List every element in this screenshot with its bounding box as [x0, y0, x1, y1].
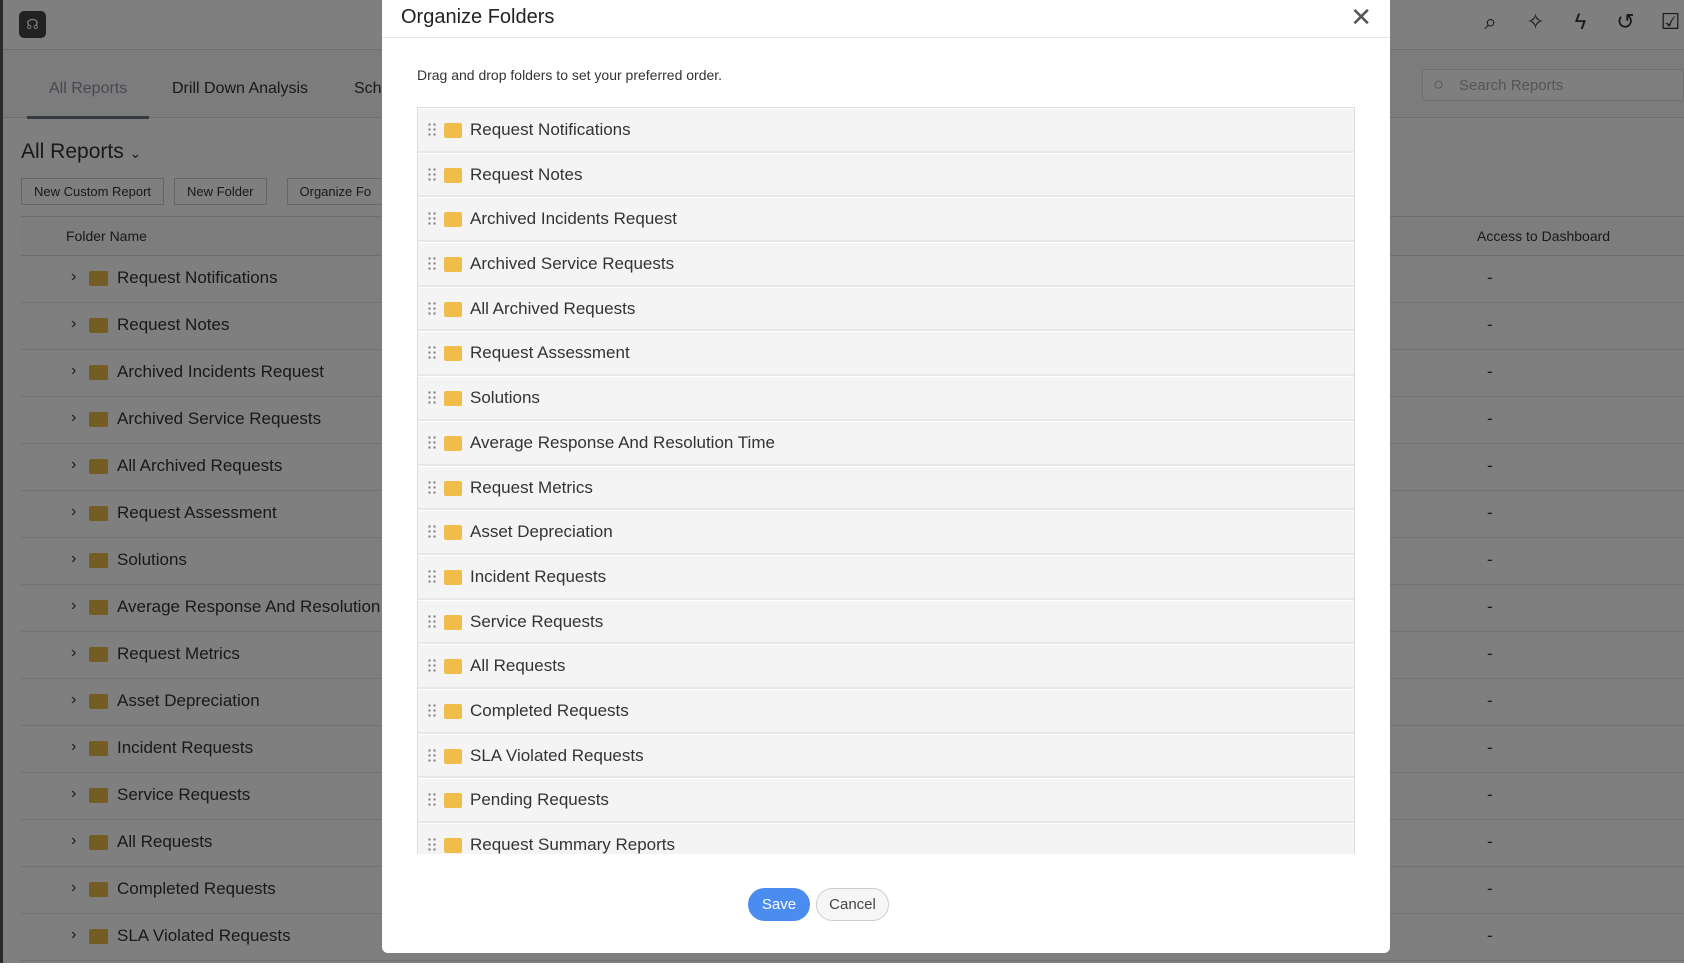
folder-list-item[interactable]: Pending Requests [418, 778, 1354, 823]
drag-handle-icon[interactable] [427, 837, 436, 853]
folder-list-item[interactable]: Request Assessment [418, 331, 1354, 377]
folder-icon [444, 838, 462, 853]
folder-icon [444, 346, 462, 362]
folder-list-item[interactable]: SLA Violated Requests [418, 733, 1354, 779]
cancel-button[interactable]: Cancel [816, 888, 889, 921]
folder-icon [444, 123, 462, 138]
drag-handle-icon[interactable] [427, 792, 436, 809]
folder-list-item[interactable]: Asset Depreciation [418, 510, 1354, 555]
folder-name: All Archived Requests [470, 298, 636, 318]
folder-icon [444, 301, 462, 317]
folder-list-item[interactable]: Archived Service Requests [418, 242, 1354, 287]
folder-list-item[interactable]: Request Metrics [418, 465, 1354, 511]
drag-handle-icon[interactable] [427, 568, 436, 585]
drag-handle-icon[interactable] [427, 747, 436, 764]
folder-name: Request Assessment [470, 343, 630, 363]
folder-icon [444, 435, 462, 451]
folder-name: All Requests [470, 656, 566, 676]
folder-name: Request Metrics [470, 477, 593, 497]
folder-order-list[interactable]: Request Notifications Request Notes Archiv… [417, 107, 1355, 854]
folder-name: Asset Depreciation [470, 522, 613, 542]
folder-list-item[interactable]: Request Notes [418, 152, 1354, 198]
drag-handle-icon[interactable] [427, 524, 436, 541]
folder-icon [444, 793, 462, 809]
folder-name: Request Notifications [470, 120, 631, 139]
folder-name: SLA Violated Requests [470, 745, 644, 765]
dialog-description: Drag and drop folders to set your prefer… [417, 67, 723, 83]
folder-name: Request Summary Reports [470, 835, 676, 854]
folder-icon [444, 212, 462, 228]
folder-icon [444, 748, 462, 764]
folder-list-item[interactable]: All Requests [418, 644, 1354, 689]
folder-name: Average Response And Resolution Time [470, 432, 775, 452]
drag-handle-icon[interactable] [427, 122, 436, 138]
drag-handle-icon[interactable] [427, 390, 436, 407]
folder-icon [444, 614, 462, 630]
folder-icon [444, 167, 462, 183]
folder-icon [444, 525, 462, 541]
folder-icon [444, 703, 462, 719]
save-button[interactable]: Save [748, 888, 810, 921]
drag-handle-icon[interactable] [427, 613, 436, 630]
folder-list-item[interactable]: Service Requests [418, 599, 1354, 645]
folder-icon [444, 257, 462, 273]
drag-handle-icon[interactable] [427, 658, 436, 675]
folder-icon [444, 569, 462, 585]
folder-list-item[interactable]: Request Summary Reports [418, 823, 1354, 854]
drag-handle-icon[interactable] [427, 300, 436, 317]
folder-list-item[interactable]: Archived Incidents Request [418, 197, 1354, 243]
folder-icon [444, 391, 462, 407]
drag-handle-icon[interactable] [427, 702, 436, 719]
drag-handle-icon[interactable] [427, 211, 436, 228]
folder-list-item[interactable]: Solutions [418, 376, 1354, 421]
folder-name: Archived Incidents Request [470, 209, 677, 229]
folder-name: Request Notes [470, 164, 583, 184]
drag-handle-icon[interactable] [427, 345, 436, 362]
folder-icon [444, 480, 462, 496]
folder-name: Solutions [470, 388, 540, 408]
folder-list-item[interactable]: Completed Requests [418, 688, 1354, 734]
folder-list-item[interactable]: Average Response And Resolution Time [418, 420, 1354, 466]
folder-name: Pending Requests [470, 790, 609, 810]
close-icon[interactable]: ✕ [1350, 2, 1372, 33]
drag-handle-icon[interactable] [427, 166, 436, 183]
organize-folders-dialog: Organize Folders ✕ Drag and drop folders… [382, 0, 1390, 953]
folder-list-item[interactable]: Incident Requests [418, 554, 1354, 600]
folder-name: Completed Requests [470, 700, 629, 720]
dialog-title: Organize Folders [401, 6, 555, 28]
drag-handle-icon[interactable] [427, 434, 436, 451]
drag-handle-icon[interactable] [427, 479, 436, 496]
folder-name: Archived Service Requests [470, 254, 675, 274]
folder-name: Incident Requests [470, 566, 607, 586]
drag-handle-icon[interactable] [427, 256, 436, 273]
folder-list-item[interactable]: Request Notifications [418, 108, 1354, 153]
folder-icon [444, 659, 462, 675]
folder-list-item[interactable]: All Archived Requests [418, 286, 1354, 332]
folder-name: Service Requests [470, 611, 604, 631]
